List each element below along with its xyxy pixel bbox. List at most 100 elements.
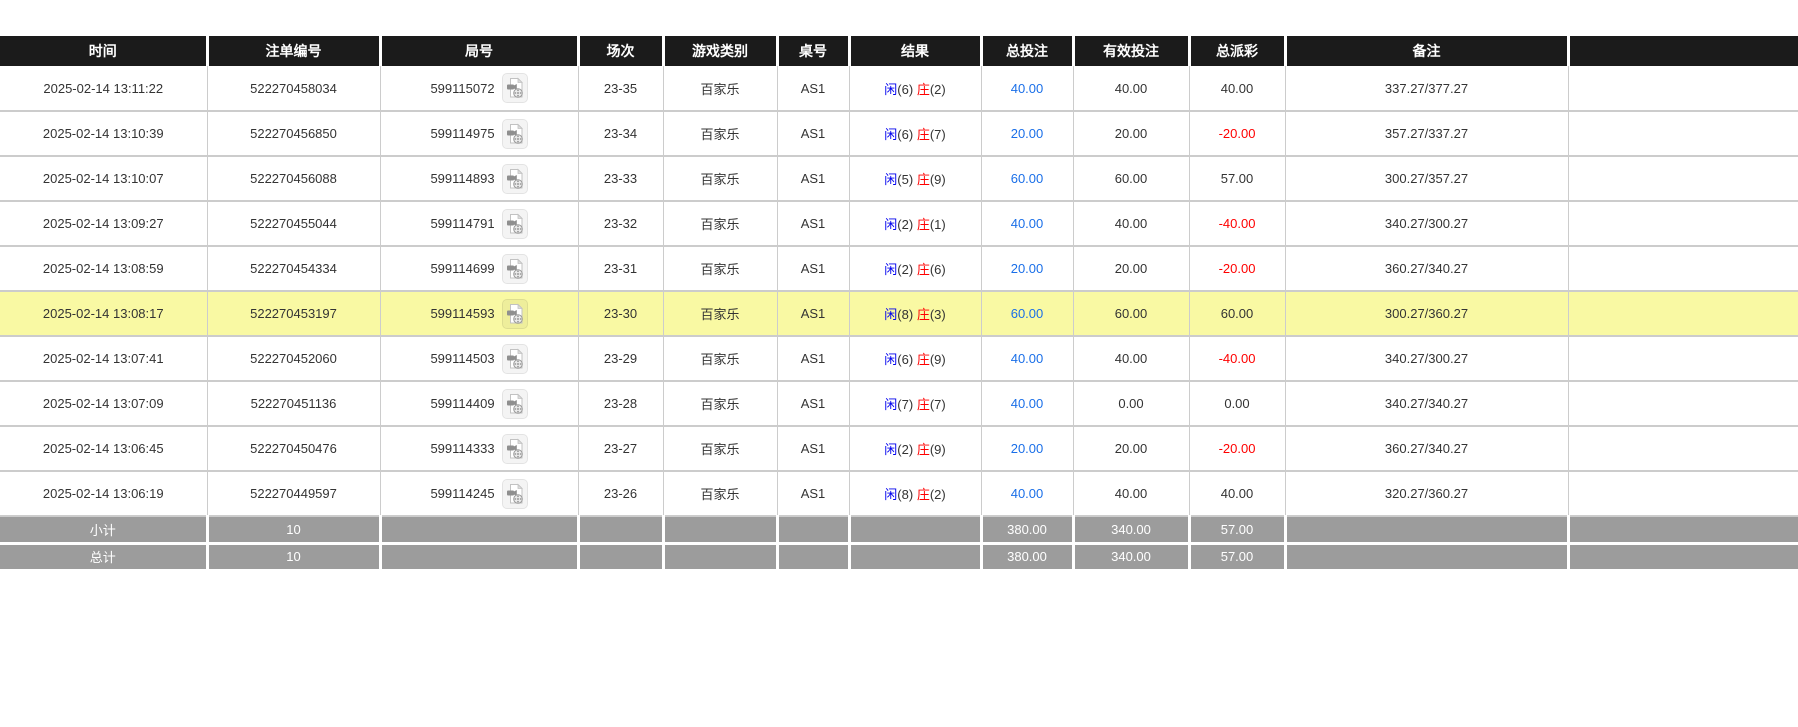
valid-bet-cell: 60.00 — [1073, 291, 1189, 336]
bet-number-value: 522270450476 — [250, 441, 337, 456]
video-replay-icon[interactable] — [502, 164, 528, 194]
video-replay-icon[interactable] — [502, 209, 528, 239]
table-row: 2025-02-14 13:10:07 522270456088 5991148… — [0, 156, 1798, 201]
total-bet-value: 60.00 — [1011, 171, 1044, 186]
table-number-value: AS1 — [801, 261, 826, 276]
time-cell: 2025-02-14 13:06:45 — [0, 426, 207, 471]
time-value: 2025-02-14 13:08:17 — [43, 306, 164, 321]
game-type-cell: 百家乐 — [663, 426, 777, 471]
total-payout-value: -40.00 — [1219, 351, 1256, 366]
result-cell: 闲(6) 庄(2) — [849, 66, 981, 111]
spacer-cell — [1568, 426, 1798, 471]
table-number-cell: AS1 — [777, 471, 849, 516]
column-header-label: 注单编号 — [266, 43, 322, 59]
remark-cell: 337.27/377.27 — [1285, 66, 1568, 111]
bet-number-cell: 522270456850 — [207, 111, 380, 156]
player-score: (7) — [897, 397, 913, 412]
table-number-cell: AS1 — [777, 381, 849, 426]
bet-number-value: 522270456088 — [250, 171, 337, 186]
table-number-value: AS1 — [801, 351, 826, 366]
total-bet-cell: 20.00 — [981, 426, 1073, 471]
summary-label: 小计 — [90, 523, 116, 538]
table-row: 2025-02-14 13:10:39 522270456850 5991149… — [0, 111, 1798, 156]
table-number-cell: AS1 — [777, 111, 849, 156]
player-score: (2) — [897, 217, 913, 232]
summary-valid-bet-cell: 340.00 — [1073, 543, 1189, 570]
column-header-label: 桌号 — [799, 43, 827, 59]
bet-number-value: 522270452060 — [250, 351, 337, 366]
total-bet-cell: 40.00 — [981, 66, 1073, 111]
bet-number-cell: 522270451136 — [207, 381, 380, 426]
remark-cell: 340.27/340.27 — [1285, 381, 1568, 426]
table-number-cell: AS1 — [777, 246, 849, 291]
column-header-bet-no: 注单编号 — [207, 36, 380, 66]
round-number-value: 599114503 — [430, 351, 494, 366]
total-bet-value: 40.00 — [1011, 486, 1044, 501]
bet-number-cell: 522270455044 — [207, 201, 380, 246]
table-number-value: AS1 — [801, 306, 826, 321]
total-payout-cell: 40.00 — [1189, 66, 1285, 111]
banker-score: (7) — [930, 397, 946, 412]
session-cell: 23-31 — [578, 246, 663, 291]
video-replay-icon — [506, 258, 524, 280]
total-payout-value: 57.00 — [1221, 171, 1254, 186]
total-payout-value: -40.00 — [1219, 216, 1256, 231]
game-type-value: 百家乐 — [700, 487, 739, 502]
remark-cell: 340.27/300.27 — [1285, 336, 1568, 381]
video-replay-icon[interactable] — [502, 344, 528, 374]
table-row: 2025-02-14 13:11:22 522270458034 5991150… — [0, 66, 1798, 111]
column-header-result: 结果 — [849, 36, 981, 66]
column-header-total-payout: 总派彩 — [1189, 36, 1285, 66]
table-number-value: AS1 — [801, 171, 826, 186]
remark-cell: 357.27/337.27 — [1285, 111, 1568, 156]
video-replay-icon[interactable] — [502, 254, 528, 284]
remark-cell: 360.27/340.27 — [1285, 426, 1568, 471]
total-bet-cell: 40.00 — [981, 201, 1073, 246]
valid-bet-value: 40.00 — [1115, 216, 1148, 231]
column-header-label: 时间 — [89, 43, 117, 59]
remark-value: 320.27/360.27 — [1385, 486, 1468, 501]
video-replay-icon[interactable] — [502, 299, 528, 329]
summary-count-cell: 10 — [207, 516, 380, 543]
table-row: 2025-02-14 13:08:59 522270454334 5991146… — [0, 246, 1798, 291]
time-value: 2025-02-14 13:10:07 — [43, 171, 164, 186]
bet-number-value: 522270456850 — [250, 126, 337, 141]
table-number-cell: AS1 — [777, 336, 849, 381]
session-cell: 23-27 — [578, 426, 663, 471]
game-type-value: 百家乐 — [700, 127, 739, 142]
player-result-label: 闲 — [884, 442, 897, 457]
remark-value: 300.27/360.27 — [1385, 306, 1468, 321]
header-row: 时间 注单编号 局号 场次 游戏类别 桌号 结果 总投注 有效投注 总派彩 备注 — [0, 36, 1798, 66]
table-number-cell: AS1 — [777, 291, 849, 336]
time-value: 2025-02-14 13:10:39 — [43, 126, 164, 141]
remark-value: 337.27/377.27 — [1385, 81, 1468, 96]
banker-result-label: 庄 — [917, 262, 930, 277]
video-replay-icon[interactable] — [502, 434, 528, 464]
valid-bet-cell: 20.00 — [1073, 426, 1189, 471]
remark-cell: 320.27/360.27 — [1285, 471, 1568, 516]
video-replay-icon[interactable] — [502, 389, 528, 419]
time-cell: 2025-02-14 13:10:07 — [0, 156, 207, 201]
game-type-cell: 百家乐 — [663, 246, 777, 291]
video-replay-icon[interactable] — [502, 119, 528, 149]
session-cell: 23-29 — [578, 336, 663, 381]
summary-valid-bet: 340.00 — [1111, 549, 1151, 564]
video-replay-icon[interactable] — [502, 73, 528, 103]
player-score: (6) — [897, 127, 913, 142]
time-cell: 2025-02-14 13:07:09 — [0, 381, 207, 426]
video-replay-icon[interactable] — [502, 479, 528, 509]
banker-score: (9) — [930, 172, 946, 187]
spacer-cell — [1568, 516, 1798, 543]
bet-number-cell: 522270456088 — [207, 156, 380, 201]
round-number-cell: 599114893 — [380, 156, 578, 201]
valid-bet-cell: 40.00 — [1073, 201, 1189, 246]
table-row: 2025-02-14 13:08:17 522270453197 5991145… — [0, 291, 1798, 336]
column-header-label: 总派彩 — [1216, 43, 1258, 59]
remark-value: 340.27/300.27 — [1385, 216, 1468, 231]
total-payout-cell: 60.00 — [1189, 291, 1285, 336]
time-value: 2025-02-14 13:08:59 — [43, 261, 164, 276]
summary-total-bet: 380.00 — [1007, 522, 1047, 537]
spacer-cell — [1568, 381, 1798, 426]
game-type-cell: 百家乐 — [663, 201, 777, 246]
table-number-value: AS1 — [801, 396, 826, 411]
